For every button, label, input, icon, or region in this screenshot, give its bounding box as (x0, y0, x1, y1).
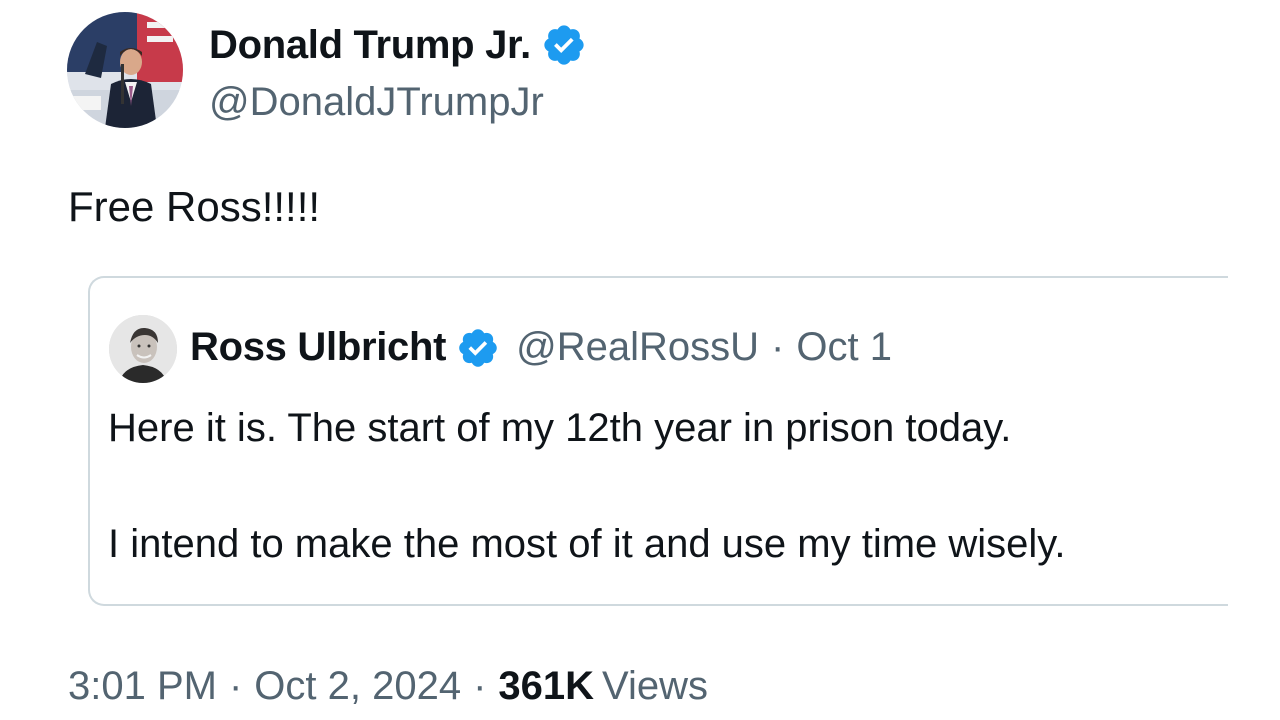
author-name-row[interactable]: Donald Trump Jr. (209, 22, 587, 68)
tweet-meta: 3:01 PM · Oct 2, 2024 · 361K Views (68, 664, 708, 709)
separator-dot: · (771, 325, 785, 369)
tweet-time[interactable]: 3:01 PM (68, 664, 217, 708)
separator-dot: · (473, 664, 487, 708)
tweet-date[interactable]: Oct 2, 2024 (254, 664, 461, 708)
quote-author-handle[interactable]: @RealRossU (516, 325, 759, 370)
quoted-tweet-card[interactable]: Ross Ulbricht @RealRossU · Oct 1 Here it… (88, 276, 1228, 606)
separator-dot: · (228, 664, 243, 708)
views-label: Views (602, 664, 709, 708)
tweet-text: Free Ross!!!!! (68, 183, 321, 230)
quote-text-line: I intend to make the most of it and use … (108, 522, 1066, 566)
quote-author-name[interactable]: Ross Ulbricht (190, 325, 446, 370)
profile-photo-icon (109, 315, 177, 383)
quote-header: Ross Ulbricht @RealRossU · Oct 1 (190, 325, 892, 370)
views-count[interactable]: 361K (498, 664, 594, 708)
tweet: Donald Trump Jr. @DonaldJTrumpJr Free Ro… (0, 0, 1280, 720)
verified-badge-icon (456, 326, 500, 370)
author-avatar[interactable] (67, 12, 183, 128)
quote-text-line: Here it is. The start of my 12th year in… (108, 406, 1012, 450)
author-handle[interactable]: @DonaldJTrumpJr (209, 80, 544, 125)
author-name[interactable]: Donald Trump Jr. (209, 23, 531, 68)
verified-badge-icon (541, 22, 587, 68)
profile-photo-icon (67, 12, 183, 128)
quote-date[interactable]: Oct 1 (796, 325, 892, 370)
quote-author-avatar[interactable] (109, 315, 177, 383)
